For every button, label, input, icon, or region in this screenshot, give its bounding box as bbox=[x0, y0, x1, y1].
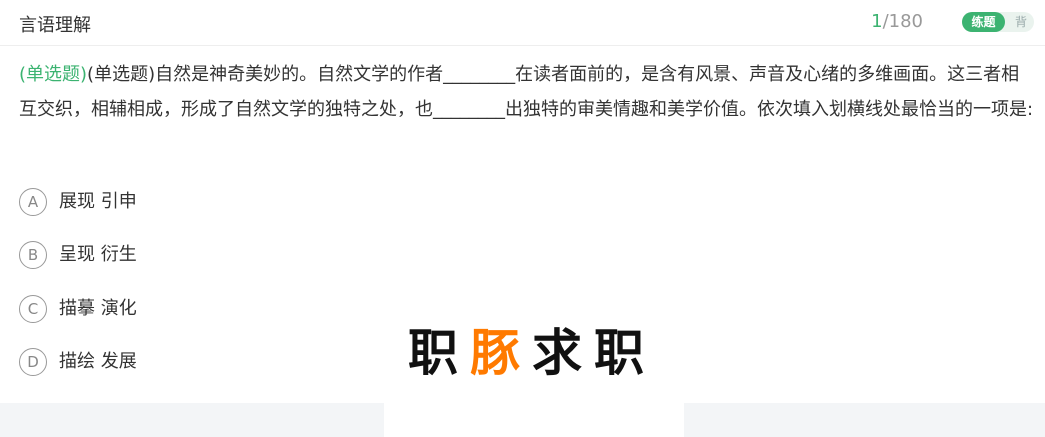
option-c-text: 描摹 演化 bbox=[59, 298, 137, 319]
question-text: (单选题)自然是神奇美妙的。自然文学的作者________在读者面前的，是含有风… bbox=[19, 64, 1034, 120]
watermark-part-2: 豚 bbox=[470, 324, 532, 382]
watermark-part-3: 求职 bbox=[532, 324, 656, 382]
option-c-letter: C bbox=[19, 295, 47, 323]
watermark-logo: 职豚求职 bbox=[408, 323, 656, 383]
watermark-part-1: 职 bbox=[408, 324, 470, 382]
option-a-letter: A bbox=[19, 188, 47, 216]
mode-memorize-button[interactable]: 背 bbox=[1011, 12, 1031, 32]
option-d-text: 描绘 发展 bbox=[59, 351, 137, 372]
option-b-text: 呈现 衍生 bbox=[59, 244, 137, 265]
top-bar: 言语理解 1/180 练题 背 bbox=[0, 0, 1045, 46]
option-b-letter: B bbox=[19, 241, 47, 269]
question-type-label: (单选题) bbox=[19, 64, 88, 85]
mode-toggle[interactable]: 练题 背 bbox=[962, 12, 1034, 32]
option-a-text: 展现 引申 bbox=[59, 191, 137, 212]
page-title: 言语理解 bbox=[19, 15, 91, 36]
progress-current: 1 bbox=[871, 11, 883, 32]
question-progress: 1/180 bbox=[871, 11, 923, 32]
progress-total: /180 bbox=[882, 11, 923, 32]
option-d-letter: D bbox=[19, 348, 47, 376]
mode-practice-button[interactable]: 练题 bbox=[962, 12, 1005, 32]
question-stem: (单选题)(单选题)自然是神奇美妙的。自然文学的作者________在读者面前的… bbox=[19, 57, 1035, 127]
bottom-toolbar-center bbox=[384, 403, 684, 437]
